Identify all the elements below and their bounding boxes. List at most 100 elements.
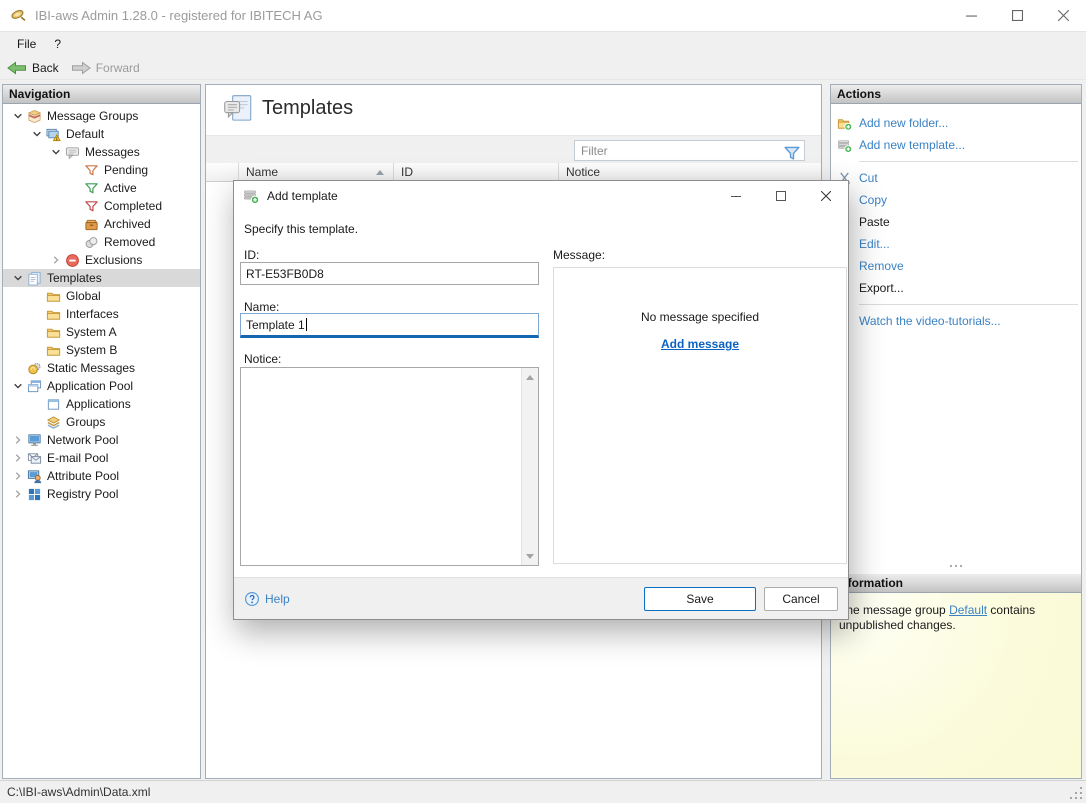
- tree-item-label: Global: [66, 289, 101, 303]
- tree-item-label: Applications: [66, 397, 131, 411]
- scroll-down-icon: [526, 553, 534, 559]
- chevron-down-icon[interactable]: [9, 378, 26, 394]
- dialog-close-button[interactable]: [803, 181, 848, 211]
- name-value: Template 1: [246, 317, 305, 332]
- action-label: Edit...: [859, 237, 890, 251]
- tree-item-templates[interactable]: Templates: [3, 269, 200, 287]
- id-input[interactable]: [240, 262, 539, 285]
- menu-item-[interactable]: ?: [45, 34, 70, 54]
- column-name-label: Name: [246, 165, 279, 179]
- notice-textarea[interactable]: [240, 367, 539, 566]
- menu-item-file[interactable]: File: [8, 34, 45, 54]
- action-watch-the-video-tutorials[interactable]: Watch the video-tutorials...: [831, 310, 1081, 332]
- message-label: Message:: [553, 248, 606, 262]
- tree-item-label: Templates: [47, 271, 102, 285]
- maximize-button[interactable]: [994, 0, 1040, 31]
- chevron-down-icon[interactable]: [28, 126, 45, 142]
- tree-item-application-pool[interactable]: Application Pool: [3, 377, 200, 395]
- tree-item-registry-pool[interactable]: Registry Pool: [3, 485, 200, 503]
- tree-item-applications[interactable]: Applications: [3, 395, 200, 413]
- tree-item-label: Default: [66, 127, 105, 141]
- chevron-down-icon[interactable]: [47, 144, 64, 160]
- chevron-right-icon[interactable]: [47, 252, 64, 268]
- groups-icon: [45, 414, 62, 430]
- action-paste[interactable]: Paste: [831, 211, 1081, 233]
- resize-grip[interactable]: [1070, 787, 1083, 800]
- forward-arrow-icon: [71, 60, 91, 76]
- action-edit[interactable]: Edit...: [831, 233, 1081, 255]
- tree-item-removed[interactable]: Removed: [3, 233, 200, 251]
- dialog-minimize-button[interactable]: [713, 181, 758, 211]
- chevron-right-icon[interactable]: [9, 432, 26, 448]
- scroll-up-icon: [526, 374, 534, 380]
- column-notice[interactable]: Notice: [559, 163, 821, 181]
- funnel-orange-icon: [83, 162, 100, 178]
- tree-item-archived[interactable]: Archived: [3, 215, 200, 233]
- column-name[interactable]: Name: [239, 163, 394, 181]
- add-template-icon: [836, 137, 853, 153]
- tree-item-message-groups[interactable]: Message Groups: [3, 107, 200, 125]
- name-input[interactable]: Template 1: [240, 313, 539, 338]
- tree-item-network-pool[interactable]: Network Pool: [3, 431, 200, 449]
- save-button[interactable]: Save: [644, 586, 756, 611]
- chevron-down-icon[interactable]: [9, 270, 26, 286]
- scroll-down-button[interactable]: [522, 548, 538, 564]
- panel-splitter[interactable]: [831, 561, 1081, 571]
- tree-item-system-a[interactable]: System A: [3, 323, 200, 341]
- close-button[interactable]: [1040, 0, 1086, 31]
- help-link[interactable]: Help: [244, 591, 290, 607]
- chevron-right-icon[interactable]: [9, 468, 26, 484]
- default-group-link[interactable]: Default: [949, 603, 987, 617]
- dialog-maximize-button[interactable]: [758, 181, 803, 211]
- tree-item-e-mail-pool[interactable]: E-mail Pool: [3, 449, 200, 467]
- actions-separator: [859, 161, 1078, 162]
- tree-item-label: Completed: [104, 199, 163, 213]
- tree-item-system-b[interactable]: System B: [3, 341, 200, 359]
- action-copy[interactable]: Copy: [831, 189, 1081, 211]
- tree-item-label: Pending: [104, 163, 149, 177]
- scroll-up-button[interactable]: [522, 369, 538, 385]
- tree-item-default[interactable]: Default: [3, 125, 200, 143]
- filter-funnel-icon[interactable]: [782, 143, 802, 160]
- action-label: Add new template...: [859, 138, 966, 152]
- tree-item-global[interactable]: Global: [3, 287, 200, 305]
- filter-input[interactable]: [575, 143, 782, 158]
- forward-button[interactable]: Forward: [71, 60, 140, 76]
- tree-item-completed[interactable]: Completed: [3, 197, 200, 215]
- chevron-right-icon[interactable]: [9, 450, 26, 466]
- action-add-new-folder[interactable]: Add new folder...: [831, 112, 1081, 134]
- filter-strip: [206, 135, 821, 163]
- tree-item-pending[interactable]: Pending: [3, 161, 200, 179]
- cancel-button[interactable]: Cancel: [764, 586, 838, 611]
- tree-item-label: Network Pool: [47, 433, 119, 447]
- minimize-button[interactable]: [948, 0, 994, 31]
- tree-item-static-messages[interactable]: Static Messages: [3, 359, 200, 377]
- scrollbar[interactable]: [521, 368, 538, 565]
- action-remove[interactable]: Remove: [831, 255, 1081, 277]
- back-button[interactable]: Back: [7, 60, 59, 76]
- funnel-green-icon: [83, 180, 100, 196]
- column-id[interactable]: ID: [394, 163, 559, 181]
- tree-item-active[interactable]: Active: [3, 179, 200, 197]
- tree-item-interfaces[interactable]: Interfaces: [3, 305, 200, 323]
- tree-item-messages[interactable]: Messages: [3, 143, 200, 161]
- column-icon[interactable]: [206, 163, 239, 181]
- applications-icon: [45, 396, 62, 412]
- chevron-down-icon[interactable]: [9, 108, 26, 124]
- tree-item-exclusions[interactable]: Exclusions: [3, 251, 200, 269]
- tree-item-attribute-pool[interactable]: Attribute Pool: [3, 467, 200, 485]
- action-export[interactable]: Export...: [831, 277, 1081, 299]
- add-message-link[interactable]: Add message: [661, 337, 739, 351]
- action-cut[interactable]: Cut: [831, 167, 1081, 189]
- filter-box: [574, 140, 805, 161]
- tree-item-groups[interactable]: Groups: [3, 413, 200, 431]
- action-add-new-template[interactable]: Add new template...: [831, 134, 1081, 156]
- chevron-right-icon[interactable]: [9, 486, 26, 502]
- tree-item-label: System A: [66, 325, 117, 339]
